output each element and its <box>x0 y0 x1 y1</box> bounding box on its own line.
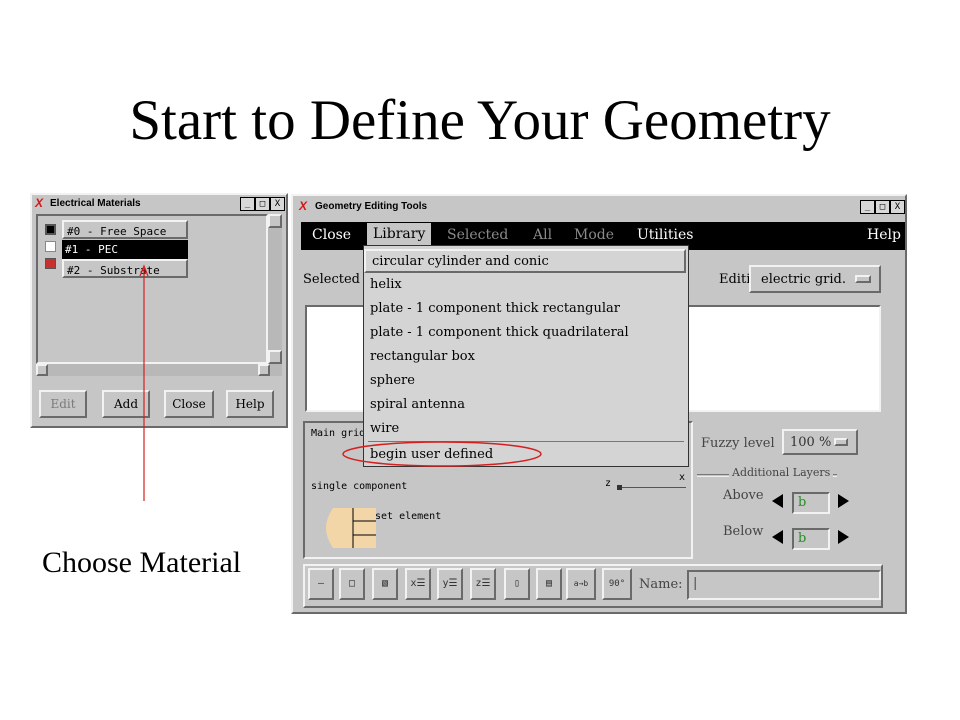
menu-item-sphere[interactable]: sphere <box>370 373 415 388</box>
below-decrease-button[interactable] <box>769 527 789 551</box>
name-input[interactable]: | <box>687 570 881 600</box>
minimize-button[interactable]: _ <box>240 197 255 211</box>
titlebar[interactable]: X Geometry Editing Tools _ □ X <box>293 196 905 218</box>
horizontal-scrollbar[interactable] <box>36 364 282 376</box>
tool-x-translate-icon[interactable]: x☰ <box>405 568 431 600</box>
below-increase-button[interactable] <box>834 527 854 551</box>
close-window-button[interactable]: X <box>270 197 285 211</box>
tool-z-translate-icon[interactable]: z☰ <box>470 568 496 600</box>
below-layer-field[interactable]: b <box>792 528 830 550</box>
component-shape[interactable] <box>319 507 377 549</box>
tool-column-icon[interactable]: ▯ <box>504 568 530 600</box>
tool-square-icon[interactable]: □ <box>339 568 365 600</box>
menu-selected[interactable]: Selected <box>447 227 508 243</box>
above-decrease-button[interactable] <box>769 491 789 515</box>
below-layer-value: b <box>798 531 807 546</box>
library-dropdown-menu: circular cylinder and conic helix plate … <box>363 245 689 467</box>
menu-item-rectangular-box[interactable]: rectangular box <box>370 349 475 364</box>
scroll-up-arrow-icon[interactable] <box>268 214 282 228</box>
swatch-pec[interactable] <box>45 241 56 252</box>
swatch-substrate[interactable] <box>45 258 56 269</box>
scroll-down-arrow-icon[interactable] <box>268 350 282 364</box>
main-grid-label: Main grid <box>311 428 366 439</box>
minimize-button[interactable]: _ <box>860 200 875 214</box>
name-input-value: | <box>693 576 698 591</box>
above-layer-value: b <box>798 495 807 510</box>
above-label: Above <box>723 488 764 503</box>
slide-title: Start to Define Your Geometry <box>129 89 831 152</box>
axis-line <box>618 487 686 488</box>
menu-item-plate-quadrilateral[interactable]: plate - 1 component thick quadrilateral <box>370 325 629 340</box>
swatch-free-space[interactable] <box>45 224 56 235</box>
origin-point <box>617 485 622 490</box>
help-button[interactable]: Help <box>226 390 274 418</box>
fuzzy-level-dropdown[interactable]: 100 % <box>782 429 858 455</box>
menu-mode[interactable]: Mode <box>574 227 614 243</box>
below-label: Below <box>723 524 764 539</box>
caption-choose-material: Choose Material <box>42 546 242 579</box>
window-title: Electrical Materials <box>50 198 141 209</box>
edit-button[interactable]: Edit <box>39 390 87 418</box>
fuzzy-level-value: 100 % <box>790 435 832 450</box>
close-window-button[interactable]: X <box>890 200 905 214</box>
dropdown-indicator-icon <box>855 275 871 283</box>
titlebar[interactable]: X Electrical Materials _ □ X <box>32 195 286 214</box>
above-layer-field[interactable]: b <box>792 492 830 514</box>
annotation-arrow-line <box>139 264 149 501</box>
single-component-label: single component <box>311 481 408 492</box>
editing-dropdown[interactable]: electric grid. <box>749 265 881 293</box>
fuzzy-level-label: Fuzzy level <box>701 436 775 451</box>
arrow-right-icon <box>838 494 849 508</box>
vertical-scrollbar[interactable] <box>268 214 282 364</box>
menu-item-helix[interactable]: helix <box>370 277 402 292</box>
scroll-left-arrow-icon[interactable] <box>36 364 48 376</box>
menu-item-circular-cylinder[interactable]: circular cylinder and conic <box>364 249 686 273</box>
editing-value: electric grid. <box>761 272 846 287</box>
axis-z-label: z <box>605 478 612 489</box>
tool-grid-icon[interactable]: ▤ <box>536 568 562 600</box>
x-logo-icon: X <box>299 199 308 213</box>
tool-a-to-b-icon[interactable]: a→b <box>566 568 596 600</box>
menu-item-wire[interactable]: wire <box>370 421 399 436</box>
menu-item-plate-rectangular[interactable]: plate - 1 component thick rectangular <box>370 301 620 316</box>
axis-x-label: x <box>679 472 686 483</box>
material-item-substrate[interactable]: #2 - Substrate <box>62 259 188 278</box>
maximize-button[interactable]: □ <box>875 200 890 214</box>
tool-box-icon[interactable]: ▧ <box>372 568 398 600</box>
name-label: Name: <box>639 577 683 592</box>
set-element-label: set element <box>375 511 442 522</box>
maximize-button[interactable]: □ <box>255 197 270 211</box>
scroll-right-arrow-icon[interactable] <box>258 364 270 376</box>
x-logo-icon: X <box>35 196 44 210</box>
material-item-free-space[interactable]: #0 - Free Space <box>62 220 188 239</box>
electrical-materials-window: X Electrical Materials _ □ X #0 - Free S… <box>30 193 288 428</box>
above-increase-button[interactable] <box>834 491 854 515</box>
arrow-left-icon <box>772 530 783 544</box>
menu-all[interactable]: All <box>533 227 552 243</box>
tool-line-icon[interactable]: — <box>308 568 334 600</box>
menu-item-spiral-antenna[interactable]: spiral antenna <box>370 397 465 412</box>
menu-utilities[interactable]: Utilities <box>637 227 693 243</box>
menu-library[interactable]: Library <box>367 223 432 245</box>
menu-close[interactable]: Close <box>312 227 351 243</box>
highlight-ellipse <box>342 441 542 467</box>
dropdown-indicator-icon <box>834 438 848 446</box>
additional-layers-label: Additional Layers <box>729 466 834 479</box>
window-title: Geometry Editing Tools <box>315 201 428 212</box>
menu-help[interactable]: Help <box>867 227 901 243</box>
arrow-right-icon <box>838 530 849 544</box>
material-item-pec[interactable]: #1 - PEC <box>62 240 188 259</box>
close-button[interactable]: Close <box>164 390 214 418</box>
tool-y-translate-icon[interactable]: y☰ <box>437 568 463 600</box>
arrow-left-icon <box>772 494 783 508</box>
tool-rotate-90-icon[interactable]: 90° <box>602 568 632 600</box>
